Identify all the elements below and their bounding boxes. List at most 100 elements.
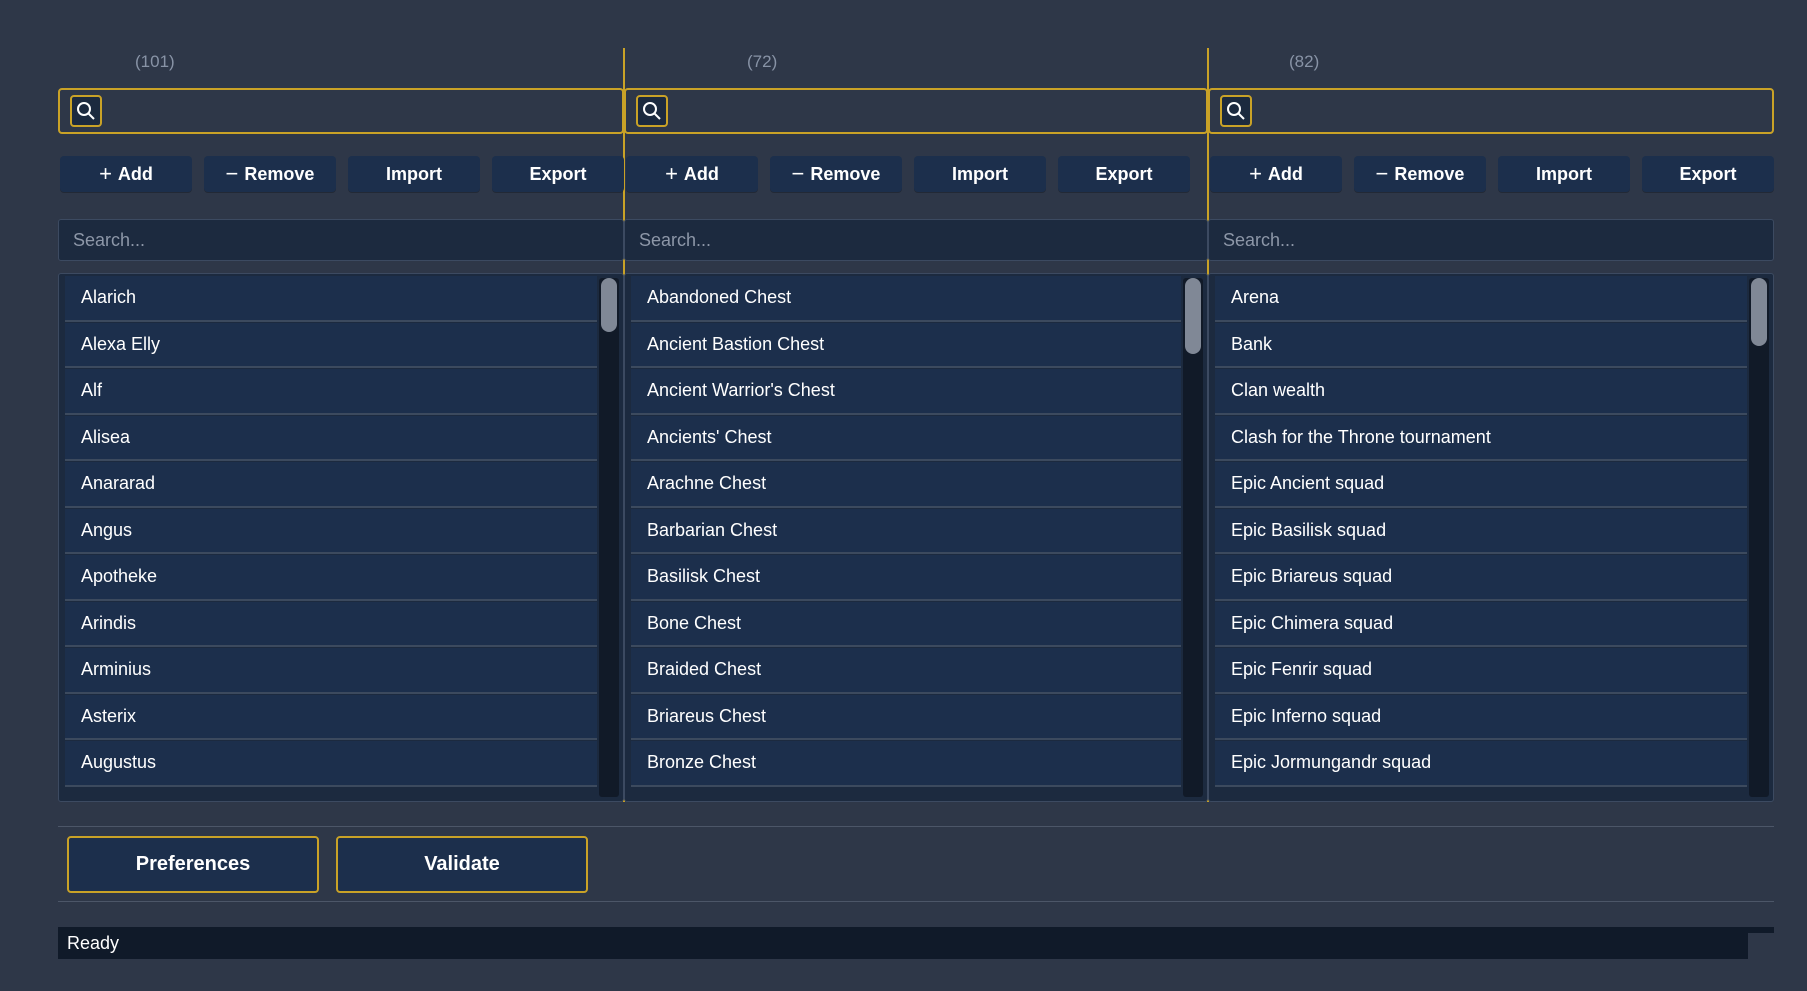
list-item[interactable]: Alf bbox=[65, 369, 597, 415]
list-item[interactable]: Ancient Bastion Chest bbox=[631, 322, 1181, 368]
list-item[interactable]: Anararad bbox=[65, 462, 597, 508]
list-item[interactable]: Ancient Warrior's Chest bbox=[631, 369, 1181, 415]
list-item[interactable]: Alarich bbox=[65, 276, 597, 322]
plus-icon: + bbox=[665, 161, 678, 186]
scrollbar-thumb[interactable] bbox=[1185, 278, 1201, 354]
filter-field bbox=[1208, 219, 1774, 261]
list-item[interactable]: Arena bbox=[1215, 276, 1747, 322]
list-item[interactable]: Apotheke bbox=[65, 555, 597, 601]
scrollbar[interactable] bbox=[1183, 278, 1203, 797]
minus-icon: − bbox=[791, 161, 805, 186]
list-item[interactable]: Ancients' Chest bbox=[631, 415, 1181, 461]
action-toolbar: + Add − Remove Import Export bbox=[1210, 156, 1774, 192]
status-bar-end bbox=[1748, 927, 1774, 933]
import-label: Import bbox=[1536, 163, 1592, 184]
scrollbar-thumb[interactable] bbox=[601, 278, 617, 332]
import-button[interactable]: Import bbox=[914, 156, 1046, 192]
export-button[interactable]: Export bbox=[1058, 156, 1190, 192]
export-label: Export bbox=[529, 163, 587, 184]
list-item[interactable]: Epic Briareus squad bbox=[1215, 555, 1747, 601]
item-count: (72) bbox=[747, 52, 778, 71]
remove-label: Remove bbox=[1394, 163, 1465, 184]
status-bar: Ready bbox=[58, 927, 1748, 959]
item-count: (82) bbox=[1289, 52, 1320, 71]
item-count: (101) bbox=[135, 52, 175, 71]
search-input[interactable] bbox=[1209, 220, 1773, 260]
list-item[interactable]: Epic Ancient squad bbox=[1215, 462, 1747, 508]
search-toggle-button[interactable] bbox=[1220, 95, 1252, 127]
remove-button[interactable]: − Remove bbox=[1354, 156, 1486, 192]
panel-sources: (82) +Add −Remove Import Export Arena Ba… bbox=[1208, 0, 1774, 802]
list-item[interactable]: Epic Chimera squad bbox=[1215, 601, 1747, 647]
list-item[interactable]: Arindis bbox=[65, 601, 597, 647]
search-input[interactable] bbox=[59, 220, 623, 260]
filter-field bbox=[58, 219, 624, 261]
search-toggle-button[interactable] bbox=[70, 95, 102, 127]
scrollbar-thumb[interactable] bbox=[1751, 278, 1767, 346]
list-item[interactable]: Bone Chest bbox=[631, 601, 1181, 647]
list-item[interactable]: Epic Jormungandr squad bbox=[1215, 741, 1747, 787]
list-item[interactable]: Briareus Chest bbox=[631, 694, 1181, 740]
list-item[interactable]: Asterix bbox=[65, 694, 597, 740]
action-toolbar: + Add − Remove Import Export bbox=[60, 156, 624, 192]
minus-icon: − bbox=[225, 161, 239, 186]
panel-header-bar bbox=[1208, 88, 1774, 134]
add-button[interactable]: + Add bbox=[60, 156, 192, 192]
list-item[interactable]: Arachne Chest bbox=[631, 462, 1181, 508]
list-item[interactable]: Bronze Chest bbox=[631, 741, 1181, 787]
export-button[interactable]: Export bbox=[1642, 156, 1774, 192]
scrollbar[interactable] bbox=[599, 278, 619, 797]
export-label: Export bbox=[1679, 163, 1737, 184]
add-label: Add bbox=[683, 163, 719, 184]
remove-label: Remove bbox=[244, 163, 315, 184]
item-list: Abandoned Chest Ancient Bastion Chest An… bbox=[624, 273, 1208, 802]
minus-icon: − bbox=[1375, 161, 1389, 186]
list-item[interactable]: Alisea bbox=[65, 415, 597, 461]
list-item[interactable]: Abandoned Chest bbox=[631, 276, 1181, 322]
import-button[interactable]: Import bbox=[348, 156, 480, 192]
list-item[interactable]: Augustus bbox=[65, 741, 597, 787]
preferences-button[interactable]: Preferences bbox=[67, 836, 319, 893]
import-label: Import bbox=[952, 163, 1008, 184]
remove-button[interactable]: − Remove bbox=[770, 156, 902, 192]
search-toggle-button[interactable] bbox=[636, 95, 668, 127]
list-item[interactable]: Angus bbox=[65, 508, 597, 554]
list-item[interactable]: Clash for the Throne tournament bbox=[1215, 415, 1747, 461]
export-button[interactable]: Export bbox=[492, 156, 624, 192]
add-label: Add bbox=[1267, 163, 1303, 184]
scrollbar[interactable] bbox=[1749, 278, 1769, 797]
plus-icon: + bbox=[1249, 161, 1262, 186]
list-item[interactable]: Bank bbox=[1215, 322, 1747, 368]
item-list: Arena Bank Clan wealth Clash for the Thr… bbox=[1208, 273, 1774, 802]
search-icon bbox=[77, 102, 95, 120]
filter-field bbox=[624, 219, 1208, 261]
list-item[interactable]: Arminius bbox=[65, 648, 597, 694]
add-button[interactable]: + Add bbox=[1210, 156, 1342, 192]
list-item[interactable]: Braided Chest bbox=[631, 648, 1181, 694]
action-toolbar: + Add − Remove Import Export bbox=[626, 156, 1208, 192]
import-button[interactable]: Import bbox=[1498, 156, 1630, 192]
list-item[interactable]: Basilisk Chest bbox=[631, 555, 1181, 601]
panel-header-bar bbox=[624, 88, 1208, 134]
import-label: Import bbox=[386, 163, 442, 184]
add-label: Add bbox=[117, 163, 153, 184]
list-item[interactable]: Alexa Elly bbox=[65, 322, 597, 368]
validate-button[interactable]: Validate bbox=[336, 836, 588, 893]
remove-label: Remove bbox=[810, 163, 881, 184]
panel-header-bar bbox=[58, 88, 624, 134]
list-item[interactable]: Epic Fenrir squad bbox=[1215, 648, 1747, 694]
item-list: Alarich Alexa Elly Alf Alisea Anararad A… bbox=[58, 273, 624, 802]
divider bbox=[58, 826, 1774, 827]
list-item[interactable]: Epic Inferno squad bbox=[1215, 694, 1747, 740]
divider bbox=[58, 901, 1774, 902]
export-label: Export bbox=[1095, 163, 1153, 184]
list-item[interactable]: Clan wealth bbox=[1215, 369, 1747, 415]
panel-chests: (72) +Add −Remove Import Export Abandone… bbox=[624, 0, 1208, 802]
plus-icon: + bbox=[99, 161, 112, 186]
status-text: Ready bbox=[67, 932, 120, 953]
add-button[interactable]: + Add bbox=[626, 156, 758, 192]
search-input[interactable] bbox=[625, 220, 1207, 260]
list-item[interactable]: Epic Basilisk squad bbox=[1215, 508, 1747, 554]
list-item[interactable]: Barbarian Chest bbox=[631, 508, 1181, 554]
remove-button[interactable]: − Remove bbox=[204, 156, 336, 192]
